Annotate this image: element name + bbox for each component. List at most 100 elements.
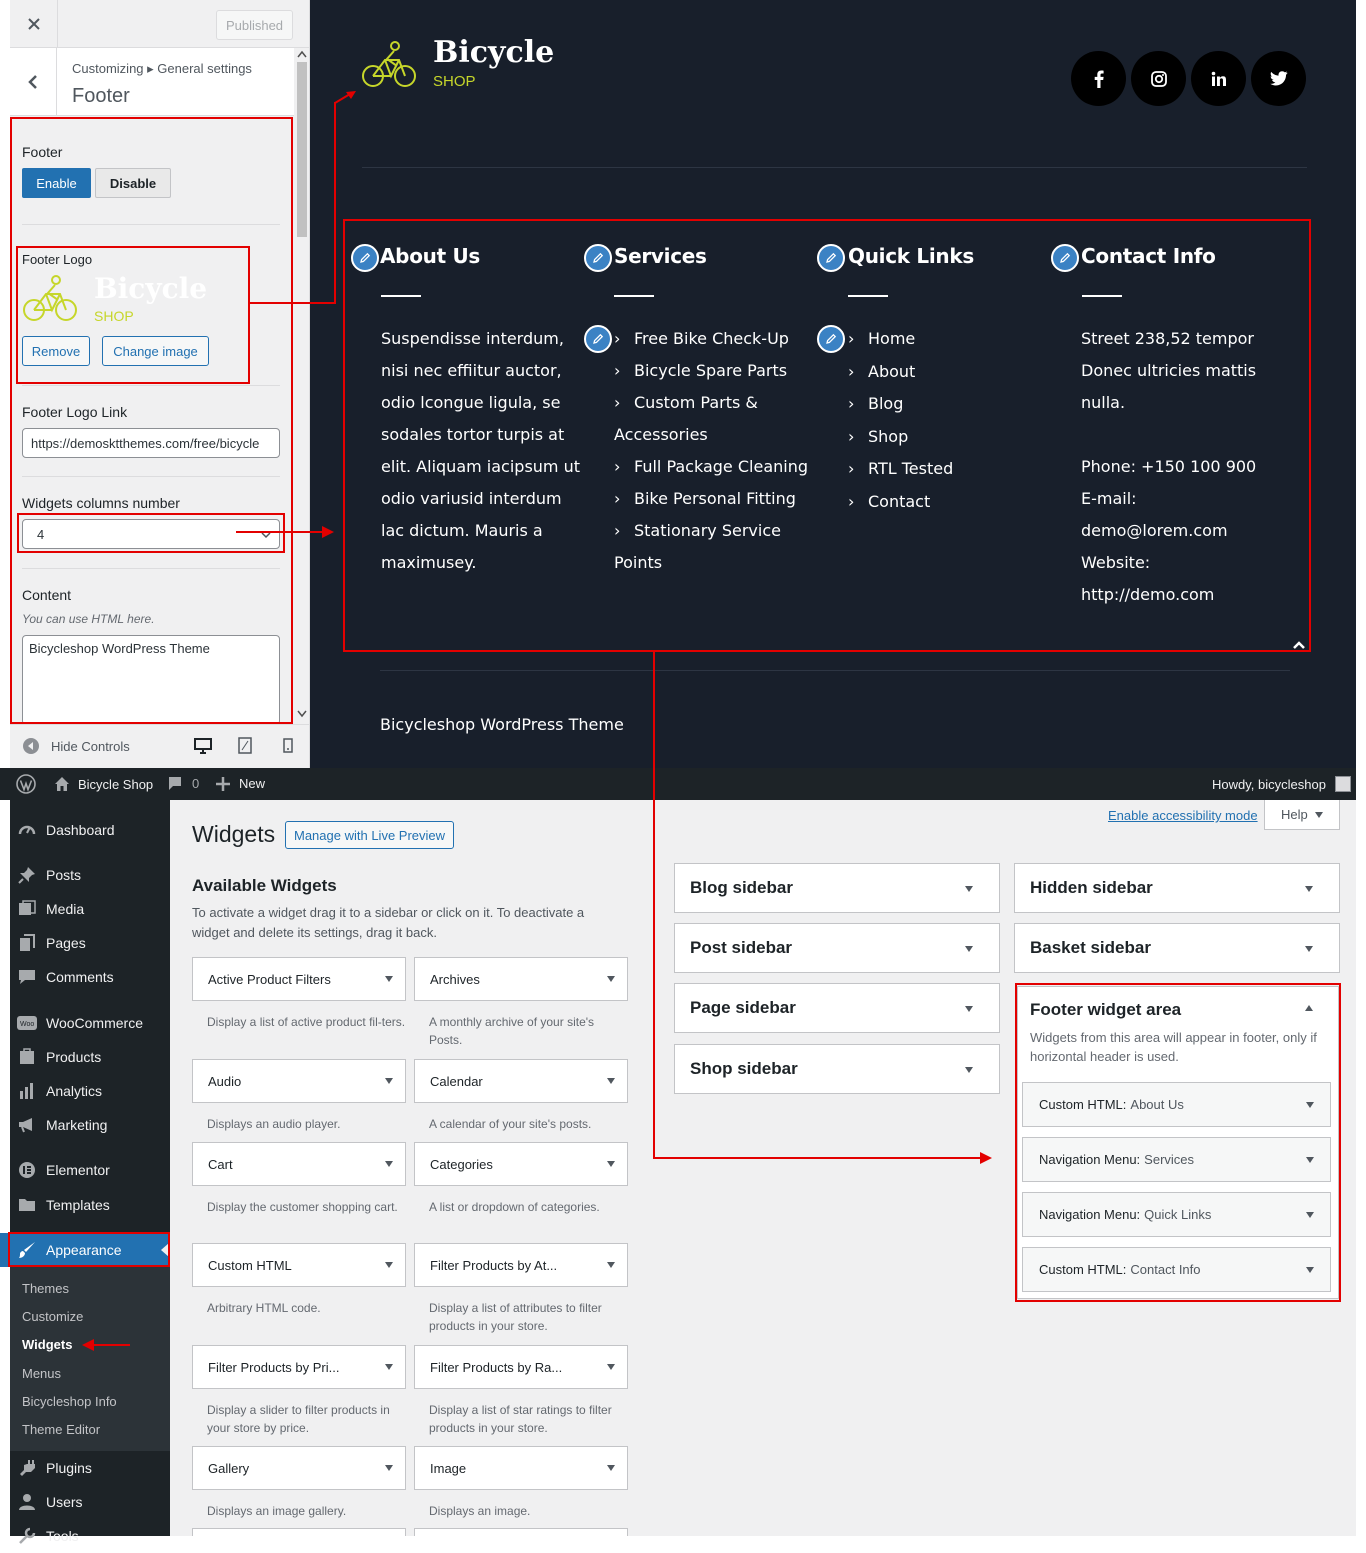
hide-controls-button[interactable]: Hide Controls — [22, 737, 130, 755]
submenu-bicycleshop-info[interactable]: Bicycleshop Info — [22, 1394, 117, 1409]
widget-calendar[interactable]: Calendar — [414, 1059, 628, 1103]
wordpress-logo-icon[interactable] — [16, 774, 36, 794]
menu-marketing[interactable]: Marketing — [0, 1108, 170, 1142]
twitter-link[interactable] — [1251, 51, 1306, 106]
annotation-arrow-line — [334, 102, 336, 304]
caret-down-icon — [607, 1161, 615, 1167]
submenu-menus[interactable]: Menus — [22, 1366, 61, 1381]
submenu-theme-editor[interactable]: Theme Editor — [22, 1422, 100, 1437]
widget-image[interactable]: Image — [414, 1446, 628, 1490]
pages-icon — [20, 934, 35, 951]
widget-categories[interactable]: Categories — [414, 1142, 628, 1186]
new-content-link[interactable]: New — [216, 776, 265, 791]
sidebar-page[interactable]: Page sidebar — [674, 983, 1000, 1033]
widget-cart[interactable]: Cart — [192, 1142, 406, 1186]
linkedin-icon — [1211, 71, 1226, 86]
plus-icon — [216, 776, 230, 791]
widget-desc: Display a list of active product fil-ter… — [207, 1015, 406, 1029]
menu-products[interactable]: Products — [0, 1040, 170, 1074]
accessibility-mode-link[interactable]: Enable accessibility mode — [1108, 808, 1258, 823]
woocommerce-icon: Woo — [17, 1016, 37, 1030]
menu-media[interactable]: Media — [0, 892, 170, 926]
menu-woocommerce[interactable]: Woo WooCommerce — [0, 1006, 170, 1040]
close-customizer-button[interactable] — [10, 0, 58, 48]
howdy-text[interactable]: Howdy, bicycleshop — [1212, 777, 1326, 792]
sidebar-basket[interactable]: Basket sidebar — [1014, 923, 1340, 973]
help-tab[interactable]: Help — [1264, 800, 1340, 830]
desktop-preview-icon[interactable] — [194, 738, 212, 754]
published-button[interactable]: Published — [216, 10, 293, 40]
customizer-footer: Hide Controls — [10, 724, 309, 768]
widget-gallery[interactable]: Gallery — [192, 1446, 406, 1490]
submenu-themes[interactable]: Themes — [22, 1281, 69, 1296]
analytics-icon — [20, 1083, 33, 1099]
sidebar-shop[interactable]: Shop sidebar — [674, 1044, 1000, 1094]
menu-elementor[interactable]: Elementor — [0, 1153, 170, 1187]
new-label: New — [239, 776, 266, 791]
submenu-widgets[interactable]: Widgets — [22, 1337, 72, 1352]
annotation-footer-area-box — [1015, 983, 1341, 1302]
annotation-columns-box — [17, 513, 285, 553]
mobile-preview-icon[interactable] — [283, 738, 293, 753]
comments-link[interactable]: 0 — [167, 776, 199, 791]
megaphone-icon — [19, 1118, 32, 1133]
widget-desc: Displays an image. — [429, 1504, 531, 1518]
widget-archives[interactable]: Archives — [414, 957, 628, 1001]
widget-next-row[interactable] — [192, 1528, 406, 1536]
widget-filter-by-price[interactable]: Filter Products by Pri... — [192, 1345, 406, 1389]
twitter-icon — [1269, 71, 1287, 86]
sidebar-blog[interactable]: Blog sidebar — [674, 863, 1000, 913]
annotation-preview-box — [343, 219, 1311, 652]
tablet-preview-icon[interactable] — [238, 737, 252, 754]
close-icon — [27, 18, 40, 30]
manage-live-preview-button[interactable]: Manage with Live Preview — [285, 821, 455, 849]
menu-templates[interactable]: Templates — [0, 1188, 170, 1222]
widget-audio[interactable]: Audio — [192, 1059, 406, 1103]
facebook-icon — [1094, 70, 1104, 88]
back-button[interactable] — [10, 48, 57, 116]
caret-down-icon — [385, 1465, 393, 1471]
instagram-icon — [1150, 70, 1167, 87]
menu-plugins[interactable]: Plugins — [0, 1451, 170, 1485]
preview-logo[interactable]: Bicycle SHOP — [360, 35, 554, 93]
menu-posts[interactable]: Posts — [0, 858, 170, 892]
widget-desc: Display a slider to filter products in y… — [207, 1403, 390, 1435]
widget-filter-by-rating[interactable]: Filter Products by Ra... — [414, 1345, 628, 1389]
copyright-text: Bicycleshop WordPress Theme — [380, 715, 624, 734]
facebook-link[interactable] — [1071, 51, 1126, 106]
pin-icon — [18, 867, 35, 884]
scrollbar-thumb[interactable] — [297, 62, 307, 237]
avatar[interactable] — [1335, 776, 1351, 792]
instagram-link[interactable] — [1131, 51, 1186, 106]
comments-count: 0 — [192, 776, 200, 791]
widget-next-row[interactable] — [414, 1528, 628, 1536]
users-icon — [19, 1494, 35, 1510]
site-name-link[interactable]: Bicycle Shop — [54, 776, 153, 792]
widget-desc: A calendar of your site's posts. — [429, 1117, 592, 1131]
chevron-left-icon — [28, 75, 37, 89]
scroll-up-arrow-icon[interactable] — [297, 50, 307, 58]
preview-logo-title: Bicycle — [433, 35, 555, 70]
linkedin-link[interactable] — [1191, 51, 1246, 106]
menu-tools[interactable]: Tools — [0, 1519, 170, 1553]
menu-analytics[interactable]: Analytics — [0, 1074, 170, 1108]
widget-custom-html[interactable]: Custom HTML — [192, 1243, 406, 1287]
menu-pages[interactable]: Pages — [0, 926, 170, 960]
caret-down-icon — [607, 1364, 615, 1370]
wrench-icon — [19, 1527, 36, 1544]
dashboard-icon — [18, 825, 36, 835]
caret-down-icon — [607, 1078, 615, 1084]
widget-desc: Displays an audio player. — [207, 1117, 341, 1131]
scroll-down-arrow-icon[interactable] — [297, 710, 307, 718]
admin-menu: Dashboard Posts Media Pages Comments Woo… — [0, 800, 170, 1544]
menu-dashboard[interactable]: Dashboard — [0, 813, 170, 847]
submenu-customize[interactable]: Customize — [22, 1309, 83, 1324]
sidebar-hidden[interactable]: Hidden sidebar — [1014, 863, 1340, 913]
caret-down-icon — [1305, 946, 1313, 952]
menu-users[interactable]: Users — [0, 1485, 170, 1519]
plugin-icon — [20, 1460, 35, 1476]
widget-active-product-filters[interactable]: Active Product Filters — [192, 957, 406, 1001]
widget-filter-by-attribute[interactable]: Filter Products by At... — [414, 1243, 628, 1287]
menu-comments[interactable]: Comments — [0, 960, 170, 994]
sidebar-post[interactable]: Post sidebar — [674, 923, 1000, 973]
